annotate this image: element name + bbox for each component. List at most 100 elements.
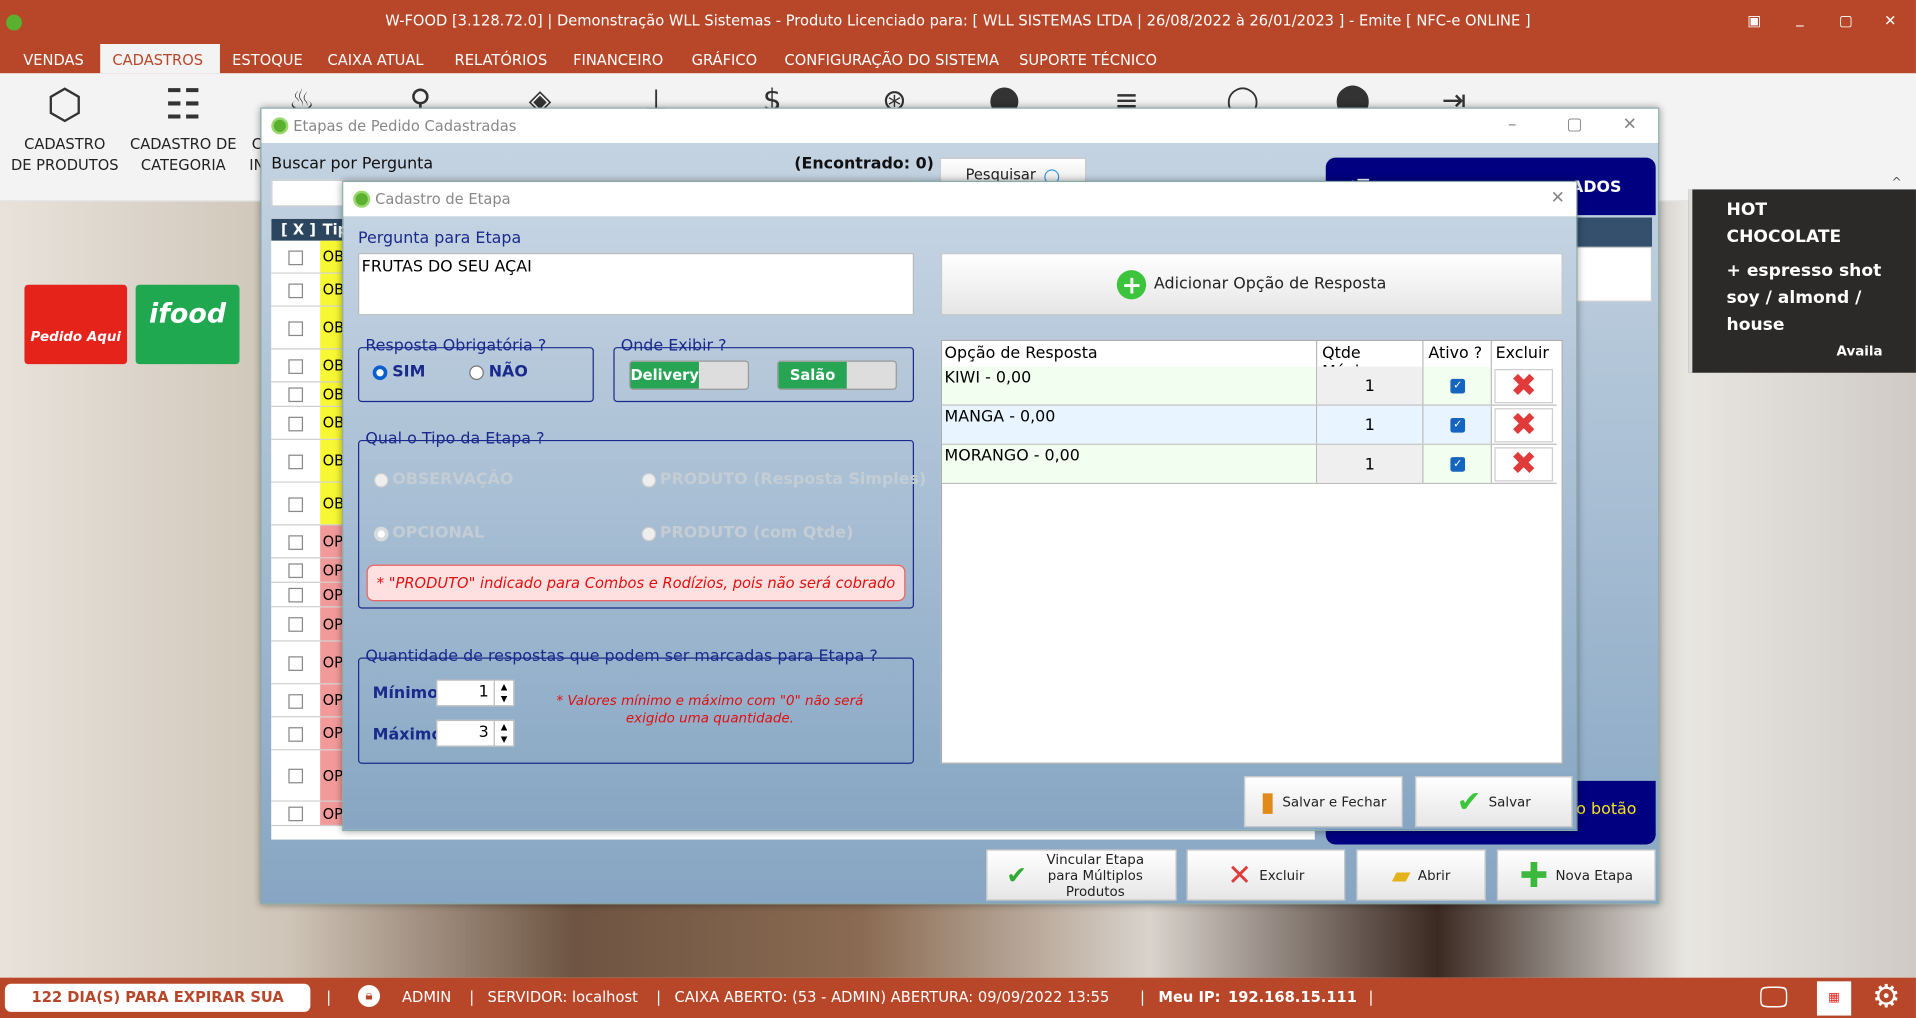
board-text: Availa <box>1836 343 1883 360</box>
menu-vendas[interactable]: VENDAS <box>11 44 96 73</box>
check-icon: ✔ <box>1456 784 1482 819</box>
question-input[interactable]: FRUTAS DO SEU AÇAI <box>358 252 914 316</box>
button-label: Excluir <box>1259 867 1305 883</box>
ribbon-cadastro-categoria[interactable]: ☷ CADASTRO DE CATEGORIA <box>128 73 238 195</box>
grid-header: Opção de Resposta Qtde Máxima Ativo ? Ex… <box>942 340 1564 381</box>
license-badge[interactable]: 122 DIA(S) PARA EXPIRAR SUA LICENÇA <box>4 983 311 1018</box>
radio-observacao[interactable] <box>373 472 389 488</box>
option-row[interactable]: MANGA - 0,00 1 ✓ ✖ <box>942 405 1557 445</box>
row-checkbox[interactable] <box>288 282 304 298</box>
row-checkbox[interactable] <box>288 358 304 374</box>
radio-produto-simples[interactable] <box>641 472 657 488</box>
row-checkbox[interactable] <box>288 387 304 403</box>
maximize-icon[interactable]: ▢ <box>1839 12 1853 29</box>
option-row[interactable]: KIWI - 0,00 1 ✓ ✖ <box>942 366 1557 406</box>
question-label: Pergunta para Etapa <box>358 229 522 249</box>
row-checkbox[interactable] <box>288 416 304 431</box>
plus-icon: ✚ <box>1519 854 1549 896</box>
active-cell: ✓ <box>1423 444 1492 483</box>
radio-produto-qtde-label: PRODUTO (com Qtde) <box>659 524 854 543</box>
salao-toggle[interactable]: Salão <box>777 360 897 390</box>
button-label: Abrir <box>1417 867 1451 883</box>
toggle-label: Salão <box>778 361 847 389</box>
abrir-button[interactable]: ▰ Abrir <box>1356 849 1486 901</box>
pedido-aqui-logo[interactable]: Pedido Aqui <box>24 284 128 365</box>
delivery-toggle[interactable]: Delivery <box>629 360 750 390</box>
row-checkbox[interactable] <box>288 726 304 742</box>
menu-board: HOT CHOCOLATE + espresso shot soy / almond… <box>1688 189 1916 373</box>
stepper-arrows-icon[interactable]: ▲ ▼ <box>493 721 514 746</box>
close-icon[interactable]: ✕ <box>1551 188 1565 208</box>
radio-sim[interactable] <box>372 365 388 381</box>
delete-icon: ✕ <box>1227 857 1252 893</box>
row-checkbox[interactable] <box>288 768 304 784</box>
close-icon[interactable]: ✕ <box>1623 115 1637 135</box>
column-header: [ X ] <box>281 221 316 239</box>
menu-cadastros[interactable]: CADASTROS <box>100 43 220 74</box>
delete-option-icon[interactable]: ✖ <box>1494 408 1554 443</box>
active-checkbox[interactable]: ✓ <box>1450 378 1466 394</box>
row-checkbox[interactable] <box>288 563 304 579</box>
min-stepper[interactable]: 1 ▲ ▼ <box>436 679 515 707</box>
monitor-icon[interactable]: 🖵︎ <box>1760 980 1788 1014</box>
note-line: * Valores mínimo e máximo com "0" não se… <box>556 692 864 709</box>
row-checkbox[interactable] <box>288 587 304 603</box>
button-label: Salvar <box>1488 793 1531 810</box>
button-label: Adicionar Opção de Resposta <box>1153 274 1387 294</box>
nova-etapa-button[interactable]: ✚ Nova Etapa <box>1496 849 1656 901</box>
menu-caixa-atual[interactable]: CAIXA ATUAL <box>315 44 436 73</box>
stepper-arrows-icon[interactable]: ▲ ▼ <box>493 680 514 706</box>
menu-relatorios[interactable]: RELATÓRIOS <box>442 44 559 73</box>
row-checkbox[interactable] <box>288 496 304 512</box>
minimize-icon[interactable]: – <box>1508 115 1517 135</box>
status-bar: 122 DIA(S) PARA EXPIRAR SUA LICENÇA | 🔒︎… <box>0 977 1916 1018</box>
ribbon-cadastro-produtos[interactable]: ⬡ CADASTRO DE PRODUTOS <box>10 73 120 195</box>
maximize-icon[interactable]: ▢ <box>1566 115 1582 135</box>
restore-icon[interactable]: ▣ <box>1747 12 1761 29</box>
collapse-ribbon-icon[interactable]: ^ <box>1892 176 1902 189</box>
menu-estoque[interactable]: ESTOQUE <box>220 44 315 73</box>
row-checkbox[interactable] <box>288 655 304 671</box>
menu-configuracao-do-sistema[interactable]: CONFIGURAÇÃO DO SISTEMA <box>772 44 1011 73</box>
column-header: Ativo ? <box>1424 340 1492 367</box>
save-close-button[interactable]: ▮ Salvar e Fechar <box>1243 776 1403 828</box>
toggle-label: Delivery <box>630 361 699 389</box>
row-checkbox[interactable] <box>288 320 304 336</box>
row-checkbox[interactable] <box>288 534 304 550</box>
row-checkbox[interactable] <box>288 249 304 265</box>
active-cell: ✓ <box>1423 366 1492 405</box>
max-stepper[interactable]: 3 ▲ ▼ <box>436 719 515 747</box>
board-text: + espresso shot <box>1726 261 1882 282</box>
button-label: Salvar e Fechar <box>1282 793 1387 810</box>
column-header: Opção de Resposta <box>942 340 1318 367</box>
radio-nao[interactable] <box>469 365 484 381</box>
status-ip-label: Meu IP: <box>1158 988 1221 1006</box>
save-button[interactable]: ✔ Salvar <box>1414 776 1573 828</box>
vincular-button[interactable]: ✔ Vincular Etapa para Múltiplos Produtos <box>986 849 1177 901</box>
menu-suporte-tecnico[interactable]: SUPORTE TÉCNICO <box>1007 44 1169 73</box>
pedido-aqui-icon[interactable]: ▦ <box>1816 981 1852 1016</box>
ifood-logo[interactable]: ifood <box>135 284 240 365</box>
row-checkbox[interactable] <box>288 693 304 709</box>
active-checkbox[interactable]: ✓ <box>1450 417 1466 433</box>
delete-option-icon[interactable]: ✖ <box>1494 369 1554 404</box>
window-title: Etapas de Pedido Cadastradas <box>293 117 517 135</box>
option-name: MANGA - 0,00 <box>942 405 1318 444</box>
close-icon[interactable]: ✕ <box>1884 12 1896 29</box>
active-cell: ✓ <box>1423 405 1492 444</box>
row-checkbox[interactable] <box>288 806 304 822</box>
delete-option-icon[interactable]: ✖ <box>1494 447 1554 482</box>
radio-opcional[interactable] <box>373 526 389 542</box>
excluir-button[interactable]: ✕ Excluir <box>1186 849 1346 901</box>
option-row[interactable]: MORANGO - 0,00 1 ✓ ✖ <box>942 444 1557 484</box>
gear-icon[interactable]: ⚙ <box>1872 979 1900 1016</box>
row-checkbox[interactable] <box>288 617 304 632</box>
min-label: Mínimo <box>372 684 439 703</box>
active-checkbox[interactable]: ✓ <box>1450 457 1466 472</box>
radio-produto-qtde[interactable] <box>641 526 657 542</box>
menu-grafico[interactable]: GRÁFICO <box>679 44 769 73</box>
minimize-icon[interactable]: _ <box>1796 10 1803 27</box>
row-checkbox[interactable] <box>288 454 304 469</box>
menu-financeiro[interactable]: FINANCEIRO <box>561 44 676 73</box>
add-option-button[interactable]: + Adicionar Opção de Resposta <box>940 252 1563 316</box>
